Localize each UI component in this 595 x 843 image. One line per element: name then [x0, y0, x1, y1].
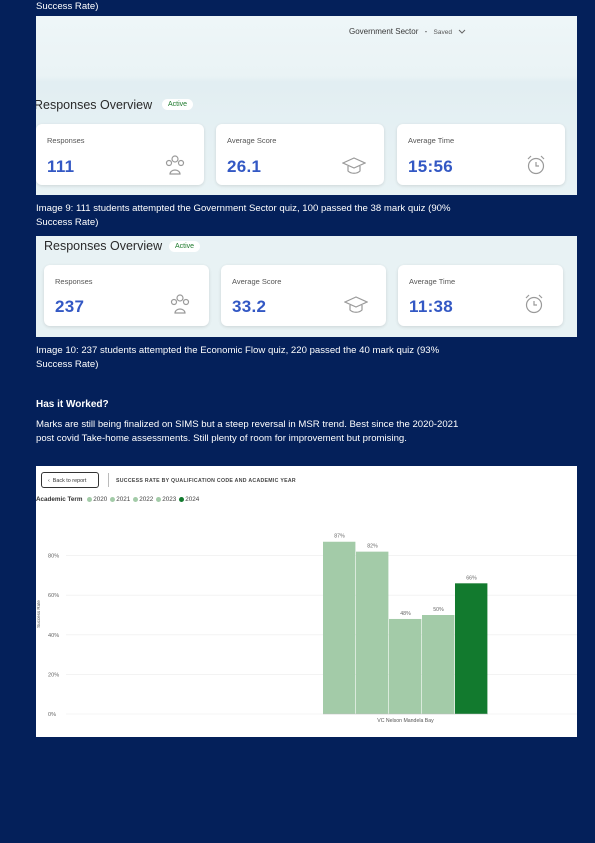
caption-image-9-line1: Image 9: 111 students attempted the Gove… — [36, 203, 451, 214]
y-tick-label: 0% — [48, 712, 56, 718]
data-label-2024: 66% — [466, 575, 477, 581]
average-score-card: Average Score 33.2 — [221, 265, 386, 326]
body-text-line1: Marks are still being finalized on SIMS … — [36, 419, 459, 430]
card-label: Average Time — [409, 277, 456, 286]
status-badge: Active — [162, 99, 194, 110]
bar-2020[interactable] — [323, 541, 356, 714]
average-time-card: Average Time 15:56 — [397, 124, 565, 185]
bar-2022[interactable] — [389, 618, 422, 714]
graduation-cap-icon — [342, 157, 366, 174]
y-axis-label: Success Rate — [36, 600, 41, 628]
card-label: Average Time — [408, 136, 455, 145]
topbar: Government Sector - Saved — [349, 27, 466, 36]
responses-card: Responses 237 — [44, 265, 209, 326]
section-heading: Has it Worked? — [36, 399, 109, 410]
card-value: 33.2 — [232, 297, 267, 316]
responses-overview-screenshot-1: Government Sector - Saved Responses Over… — [36, 16, 577, 195]
data-label-2021: 82% — [367, 544, 378, 550]
saved-status: Saved — [433, 29, 452, 36]
x-category-label: VC Nelson Mandela Bay — [377, 718, 434, 724]
bar-2021[interactable] — [356, 551, 389, 714]
data-label-2022: 48% — [400, 611, 411, 617]
alarm-clock-icon — [527, 155, 545, 175]
y-tick-label: 20% — [48, 672, 59, 678]
separator: - — [424, 27, 428, 36]
overview-title: Responses Overview — [36, 98, 153, 112]
chevron-down-icon[interactable] — [458, 29, 466, 35]
y-tick-label: 80% — [48, 554, 59, 560]
data-label-2020: 87% — [334, 534, 345, 540]
bar-2023[interactable] — [422, 615, 455, 714]
body-text-line2: post covid Take-home assessments. Still … — [36, 433, 407, 444]
success-rate-chart-screenshot: ‹ Back to report SUCCESS RATE BY QUALIFI… — [36, 466, 577, 737]
y-tick-label: 40% — [48, 633, 59, 639]
card-value: 26.1 — [227, 157, 262, 176]
card-label: Average Score — [232, 277, 282, 286]
average-score-card: Average Score 26.1 — [216, 124, 384, 185]
responses-overview-screenshot-2: Responses Overview Active Responses 237 … — [36, 236, 577, 337]
y-tick-label: 60% — [48, 593, 59, 599]
caption-fragment: Success Rate) — [36, 1, 99, 12]
status-badge: Active — [169, 241, 201, 252]
card-value: 15:56 — [408, 157, 453, 176]
graduation-cap-icon — [344, 296, 368, 313]
alarm-clock-icon — [525, 294, 543, 314]
success-rate-bar-chart: 0% 20% 40% 60% 80% Success Rate 87% 82% 48% 50% 66… — [36, 534, 577, 724]
average-time-card: Average Time 11:38 — [398, 265, 563, 326]
data-label-2023: 50% — [433, 607, 444, 613]
bar-2024[interactable] — [455, 583, 488, 714]
card-value: 111 — [47, 157, 75, 176]
people-icon — [165, 155, 185, 175]
responses-card: Responses 111 — [36, 124, 204, 185]
card-label: Responses — [47, 136, 85, 145]
caption-image-9-line2: Success Rate) — [36, 217, 99, 228]
card-value: 237 — [55, 297, 85, 316]
caption-image-10-line2: Success Rate) — [36, 359, 99, 370]
card-value: 11:38 — [409, 297, 454, 316]
card-label: Responses — [55, 277, 93, 286]
people-icon — [170, 294, 190, 314]
caption-image-10-line1: Image 10: 237 students attempted the Eco… — [36, 345, 440, 356]
overview-title: Responses Overview — [44, 239, 163, 253]
card-label: Average Score — [227, 136, 277, 145]
quiz-name: Government Sector — [349, 27, 419, 36]
